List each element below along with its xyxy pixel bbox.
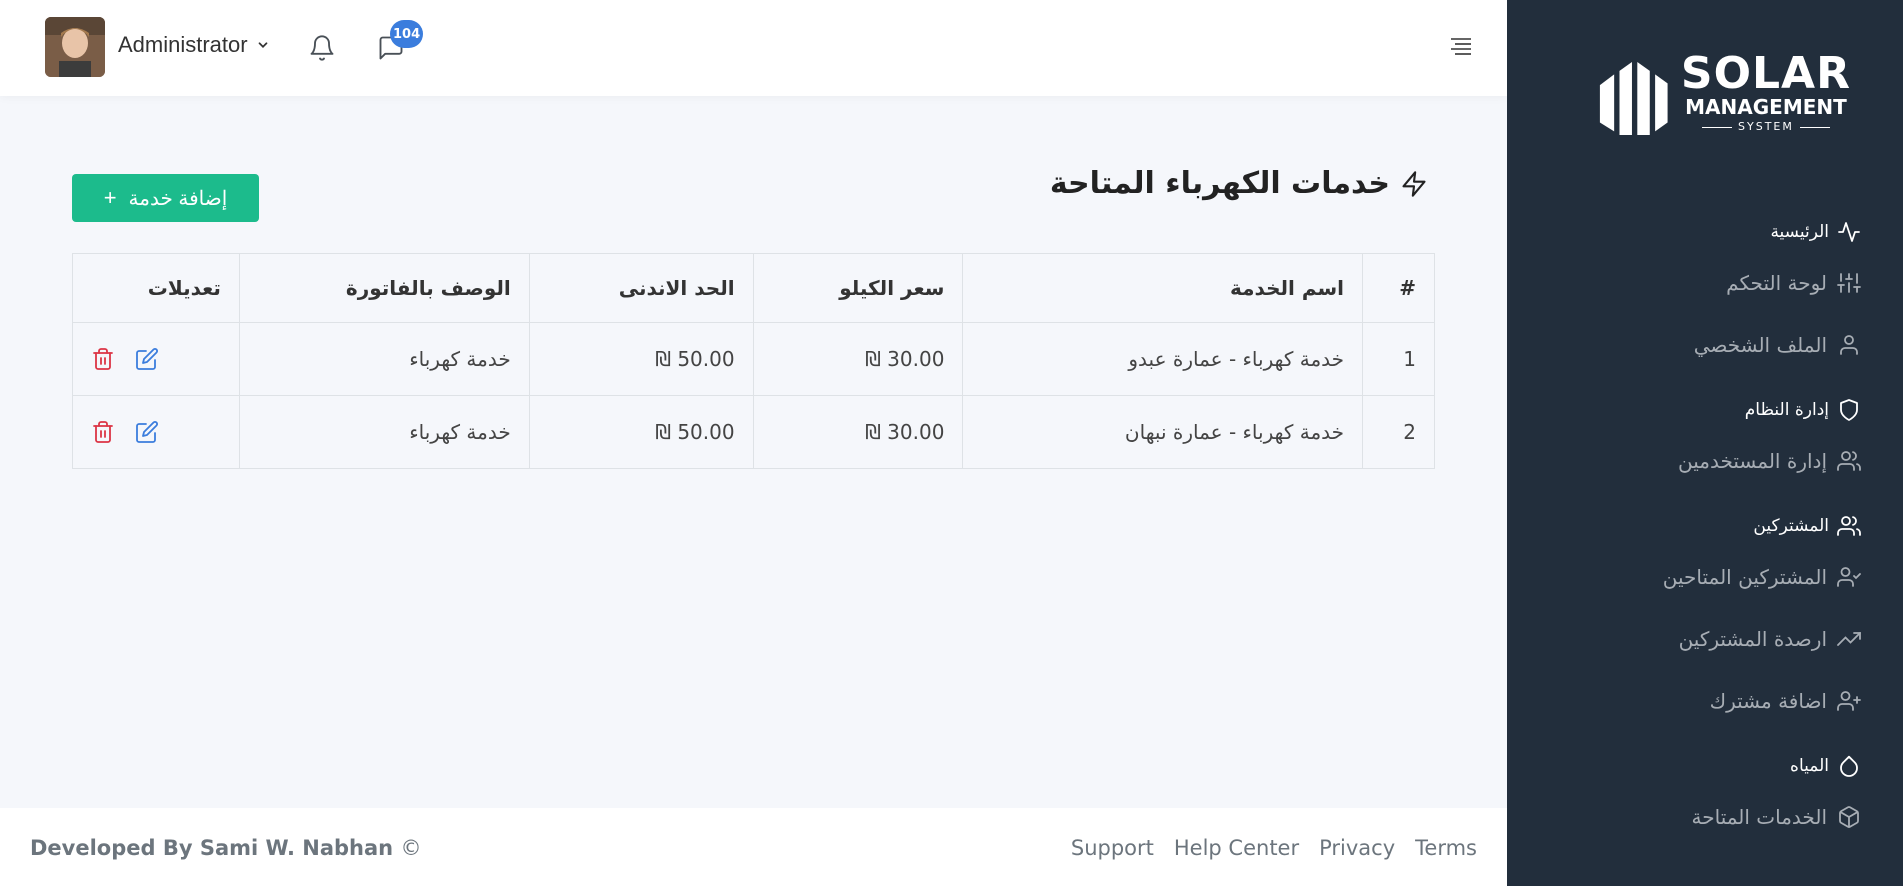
sidebar-header-home: الرئيسية bbox=[1531, 212, 1861, 252]
sidebar-item-dashboard[interactable]: لوحة التحكم bbox=[1531, 252, 1861, 314]
edit-icon[interactable] bbox=[135, 420, 159, 444]
copyright-symbol: © bbox=[400, 836, 422, 860]
services-table: # اسم الخدمة سعر الكيلو الحد الاندنى الو… bbox=[72, 253, 1435, 469]
brand-line3-text: SYSTEM bbox=[1738, 120, 1794, 133]
sidebar-item-profile[interactable]: الملف الشخصي bbox=[1531, 314, 1861, 376]
shield-icon bbox=[1837, 398, 1861, 422]
column-header-price: سعر الكيلو bbox=[752, 253, 964, 323]
brand-line2: MANAGEMENT bbox=[1685, 95, 1847, 119]
sidebar-header-label: إدارة النظام bbox=[1744, 400, 1829, 420]
footer-link-help-center[interactable]: Help Center bbox=[1174, 836, 1299, 860]
sidebar-item-available-subscribers[interactable]: المشتركين المتاحين bbox=[1531, 546, 1861, 608]
column-header-description: الوصف بالفاتورة bbox=[238, 253, 530, 323]
sidebar-item-water-services[interactable]: الخدمات المتاحة bbox=[1531, 786, 1861, 848]
brand-logo[interactable]: SOLAR MANAGEMENT SYSTEM bbox=[1591, 48, 1851, 140]
footer-link-terms[interactable]: Terms bbox=[1415, 836, 1477, 860]
sidebar-header-system: إدارة النظام bbox=[1531, 390, 1861, 430]
sidebar-header-water: المياه bbox=[1531, 746, 1861, 786]
column-header-actions: تعديلات bbox=[72, 253, 240, 323]
developer-text: Developed By Sami W. Nabhan bbox=[30, 836, 394, 860]
sidebar-item-users[interactable]: إدارة المستخدمين bbox=[1531, 430, 1861, 492]
plus-icon: + bbox=[103, 185, 117, 210]
zap-icon bbox=[1400, 170, 1428, 198]
table-row: 1 خدمة كهرباء - عمارة عبدو 30.00 ₪ 50.00… bbox=[72, 322, 1435, 396]
brand-line3: SYSTEM bbox=[1702, 118, 1830, 136]
footer: Developed By Sami W. Nabhan © Support He… bbox=[0, 808, 1507, 886]
developer-credit: Developed By Sami W. Nabhan © bbox=[30, 836, 421, 860]
cell-min: 50.00 ₪ bbox=[528, 322, 754, 396]
menu-toggle-icon[interactable] bbox=[1449, 36, 1473, 56]
sidebar-item-label: الخدمات المتاحة bbox=[1691, 805, 1827, 829]
sidebar-item-label: إدارة المستخدمين bbox=[1678, 449, 1827, 473]
column-header-number: # bbox=[1362, 253, 1435, 323]
cell-price: 30.00 ₪ bbox=[752, 322, 964, 396]
user-name: Administrator bbox=[118, 32, 248, 57]
sidebar-header-label: الرئيسية bbox=[1770, 222, 1829, 242]
sidebar-item-add-subscriber[interactable]: اضافة مشترك bbox=[1531, 670, 1861, 732]
sidebar-item-label: اضافة مشترك bbox=[1709, 689, 1827, 713]
package-icon bbox=[1837, 805, 1861, 829]
bell-icon[interactable] bbox=[308, 33, 336, 63]
avatar[interactable] bbox=[45, 17, 105, 77]
edit-icon[interactable] bbox=[135, 347, 159, 371]
cell-actions bbox=[72, 395, 240, 469]
sidebar: SOLAR MANAGEMENT SYSTEM الرئيسية لوحة ال… bbox=[1507, 0, 1903, 886]
chevron-down-icon bbox=[256, 32, 270, 58]
table-header-row: # اسم الخدمة سعر الكيلو الحد الاندنى الو… bbox=[72, 253, 1435, 323]
trash-icon[interactable] bbox=[91, 347, 115, 371]
cell-name: خدمة كهرباء - عمارة نبهان bbox=[962, 395, 1364, 469]
cell-actions bbox=[72, 322, 240, 396]
sidebar-nav: الرئيسية لوحة التحكم الملف الشخصي إدارة … bbox=[1531, 212, 1861, 848]
cell-name: خدمة كهرباء - عمارة عبدو bbox=[962, 322, 1364, 396]
table-row: 2 خدمة كهرباء - عمارة نبهان 30.00 ₪ 50.0… bbox=[72, 395, 1435, 469]
page-title: خدمات الكهرباء المتاحة bbox=[1050, 166, 1428, 201]
sidebar-item-balances[interactable]: ارصدة المشتركين bbox=[1531, 608, 1861, 670]
cell-description: خدمة كهرباء bbox=[238, 322, 530, 396]
page-title-text: خدمات الكهرباء المتاحة bbox=[1049, 166, 1390, 201]
messages-badge: 104 bbox=[390, 20, 424, 48]
sidebar-header-label: المياه bbox=[1790, 756, 1829, 776]
sidebar-item-label: الملف الشخصي bbox=[1693, 333, 1827, 357]
sidebar-item-label: لوحة التحكم bbox=[1726, 271, 1827, 295]
user-icon bbox=[1837, 333, 1861, 357]
user-check-icon bbox=[1837, 565, 1861, 589]
sidebar-item-label: المشتركين المتاحين bbox=[1662, 565, 1827, 589]
sidebar-item-label: ارصدة المشتركين bbox=[1678, 627, 1827, 651]
activity-icon bbox=[1837, 220, 1861, 244]
trending-up-icon bbox=[1837, 627, 1861, 651]
add-service-button[interactable]: إضافة خدمة + bbox=[72, 174, 259, 222]
column-header-name: اسم الخدمة bbox=[962, 253, 1364, 323]
topbar: Administrator 104 bbox=[0, 0, 1507, 96]
trash-icon[interactable] bbox=[91, 420, 115, 444]
footer-link-privacy[interactable]: Privacy bbox=[1319, 836, 1395, 860]
sidebar-header-label: المشتركين bbox=[1753, 516, 1829, 536]
footer-link-support[interactable]: Support bbox=[1071, 836, 1154, 860]
cell-number: 2 bbox=[1362, 395, 1435, 469]
droplet-icon bbox=[1837, 754, 1861, 778]
solar-logo-icon bbox=[1599, 61, 1668, 135]
column-header-min: الحد الاندنى bbox=[528, 253, 754, 323]
cell-price: 30.00 ₪ bbox=[752, 395, 964, 469]
cell-number: 1 bbox=[1362, 322, 1435, 396]
user-plus-icon bbox=[1837, 689, 1861, 713]
users-icon bbox=[1837, 514, 1861, 538]
users-icon bbox=[1837, 449, 1861, 473]
cell-min: 50.00 ₪ bbox=[528, 395, 754, 469]
cell-description: خدمة كهرباء bbox=[238, 395, 530, 469]
brand-line1: SOLAR bbox=[1680, 48, 1851, 99]
user-menu[interactable]: Administrator bbox=[118, 32, 270, 58]
sidebar-header-subscribers: المشتركين bbox=[1531, 506, 1861, 546]
sliders-icon bbox=[1837, 271, 1861, 295]
add-service-label: إضافة خدمة bbox=[128, 187, 228, 210]
footer-links: Support Help Center Privacy Terms bbox=[1071, 836, 1477, 860]
brand-text: SOLAR MANAGEMENT SYSTEM bbox=[1681, 52, 1851, 136]
